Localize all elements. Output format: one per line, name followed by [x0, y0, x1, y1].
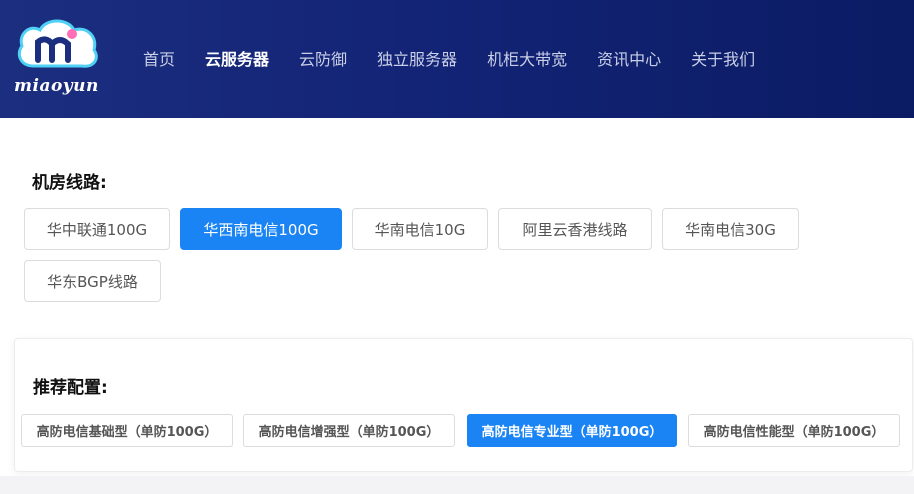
line-option-huanan-telecom-30g[interactable]: 华南电信30G: [662, 208, 799, 250]
config-option-basic[interactable]: 高防电信基础型（单防100G）: [21, 414, 233, 447]
line-option-huanan-telecom-10g[interactable]: 华南电信10G: [352, 208, 488, 250]
site-header: miaoyun 首页 云服务器 云防御 独立服务器 机柜大带宽 资讯中心 关于我…: [0, 0, 914, 118]
line-option-aliyun-hk[interactable]: 阿里云香港线路: [498, 208, 652, 250]
brand-name: miaoyun: [14, 76, 99, 96]
nav-item-cabinet-bandwidth[interactable]: 机柜大带宽: [487, 46, 567, 70]
nav-item-home[interactable]: 首页: [143, 46, 175, 70]
lines-title: 机房线路:: [32, 173, 107, 193]
config-option-enhanced[interactable]: 高防电信增强型（单防100G）: [243, 414, 455, 447]
bottom-shade: [0, 476, 914, 494]
line-option-huaxinan-telecom[interactable]: 华西南电信100G: [180, 208, 342, 250]
config-option-professional[interactable]: 高防电信专业型（单防100G）: [467, 414, 677, 447]
config-title: 推荐配置:: [33, 378, 108, 398]
main-content: 机房线路: 华中联通100G 华西南电信100G 华南电信10G 阿里云香港线路…: [0, 118, 914, 494]
nav-item-cloud-server[interactable]: 云服务器: [205, 46, 269, 70]
nav-item-cloud-defense[interactable]: 云防御: [299, 46, 347, 70]
nav-item-dedicated-server[interactable]: 独立服务器: [377, 46, 457, 70]
line-option-huadong-bgp[interactable]: 华东BGP线路: [24, 260, 161, 302]
brand-logo[interactable]: miaoyun: [12, 16, 112, 102]
nav-item-about[interactable]: 关于我们: [691, 46, 755, 70]
config-option-performance[interactable]: 高防电信性能型（单防100G）: [688, 414, 900, 447]
main-nav: 首页 云服务器 云防御 独立服务器 机柜大带宽 资讯中心 关于我们: [128, 46, 770, 70]
config-card: 推荐配置: 高防电信基础型（单防100G） 高防电信增强型（单防100G） 高防…: [14, 338, 913, 472]
line-option-huazhong-unicom[interactable]: 华中联通100G: [24, 208, 170, 250]
cloud-m-logo-icon: [17, 19, 98, 68]
nav-item-news[interactable]: 资讯中心: [597, 46, 661, 70]
